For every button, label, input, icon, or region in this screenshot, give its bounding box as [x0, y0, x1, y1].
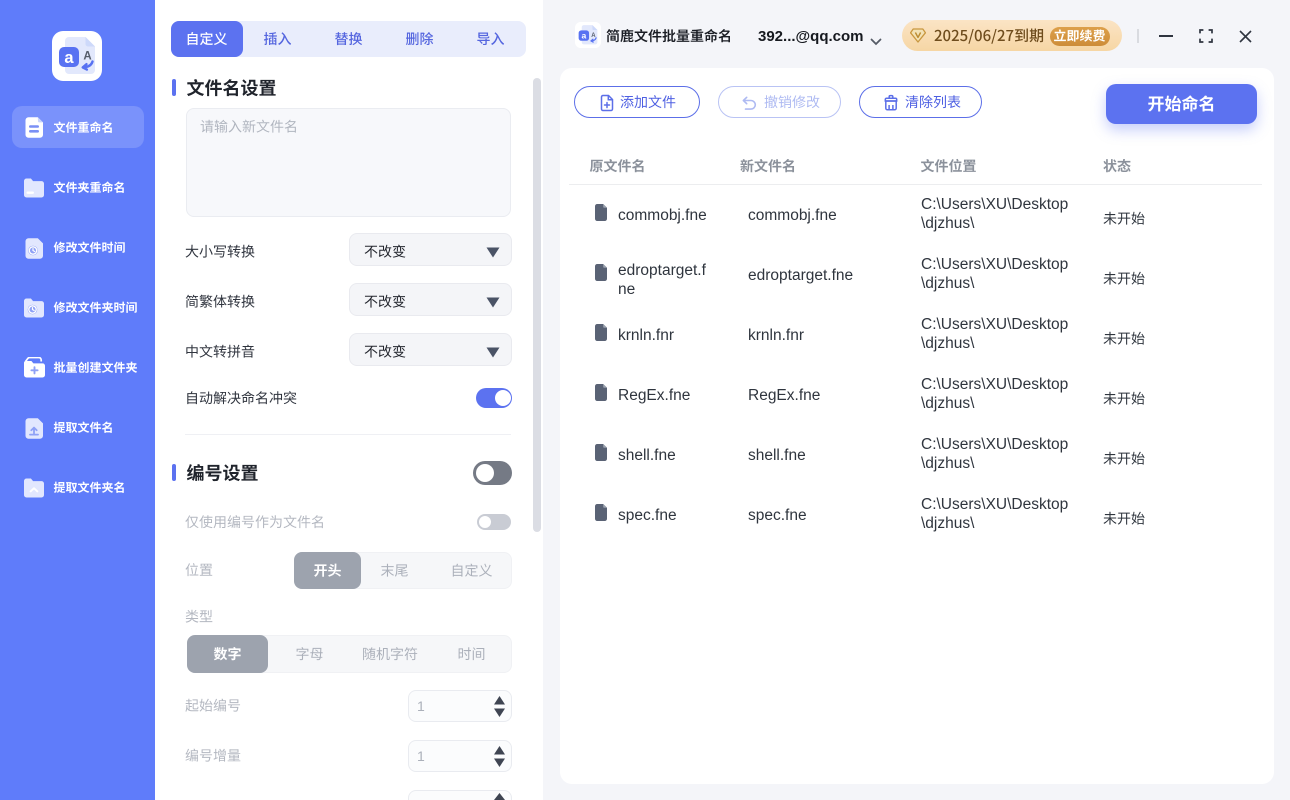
svg-text:A: A: [83, 51, 91, 63]
svg-text:a: a: [64, 49, 74, 67]
svg-text:a: a: [581, 31, 586, 41]
